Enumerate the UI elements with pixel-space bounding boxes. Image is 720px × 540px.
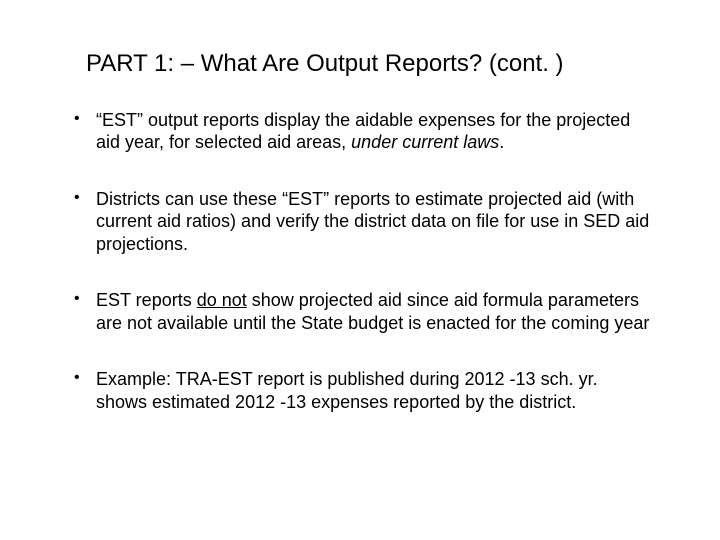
slide: PART 1: – What Are Output Reports? (cont… <box>0 0 720 540</box>
list-item: Example: TRA-EST report is published dur… <box>70 368 650 413</box>
bullet-text-pre: Districts can use these “EST” reports to… <box>96 189 649 254</box>
bullet-text-pre: EST reports <box>96 290 197 310</box>
list-item: EST reports do not show projected aid si… <box>70 289 650 334</box>
bullet-text-post: . <box>499 132 504 152</box>
slide-title: PART 1: – What Are Output Reports? (cont… <box>86 50 650 79</box>
bullet-text-underline: do not <box>197 290 247 310</box>
bullet-text-italic: under current laws <box>351 132 499 152</box>
bullet-text-pre: Example: TRA-EST report is published dur… <box>96 369 598 412</box>
list-item: “EST” output reports display the aidable… <box>70 109 650 154</box>
list-item: Districts can use these “EST” reports to… <box>70 188 650 256</box>
bullet-list: “EST” output reports display the aidable… <box>70 109 650 414</box>
